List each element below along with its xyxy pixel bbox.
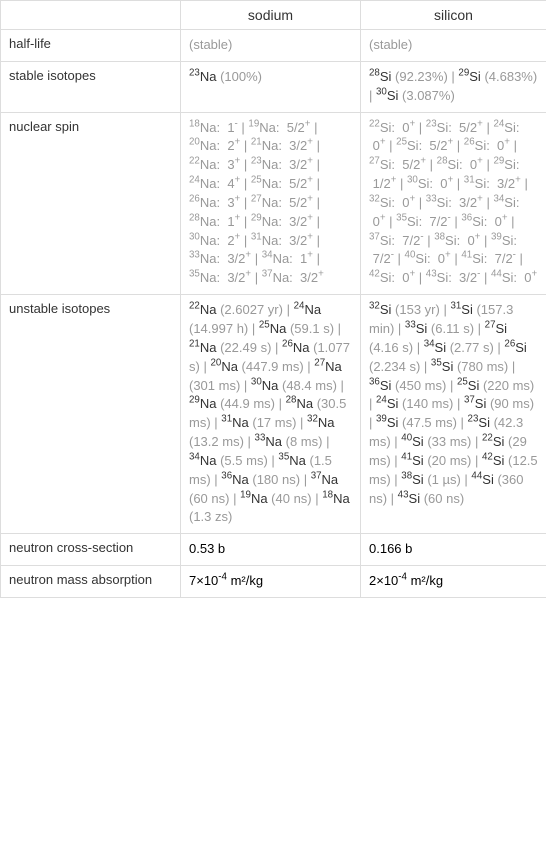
header-row: sodium silicon — [1, 1, 546, 30]
header-silicon: silicon — [361, 1, 546, 30]
neutron-mass-absorption-sodium: 7×10-4 m²/kg — [181, 566, 361, 598]
unstable-isotopes-sodium: 22Na (2.6027 yr) | 24Na (14.997 h) | 25N… — [181, 295, 361, 534]
neutron-cross-section-silicon: 0.166 b — [361, 534, 546, 566]
half-life-silicon: (stable) — [361, 30, 546, 62]
stable-isotopes-sodium: 23Na (100%) — [181, 61, 361, 112]
isotope-comparison-table: sodium silicon half-life (stable) (stabl… — [0, 0, 546, 598]
header-sodium: sodium — [181, 1, 361, 30]
stable-isotopes-silicon: 28Si (92.23%) | 29Si (4.683%) | 30Si (3.… — [361, 61, 546, 112]
half-life-sodium: (stable) — [181, 30, 361, 62]
label-neutron-mass-absorption: neutron mass absorption — [1, 566, 181, 598]
nuclear-spin-sodium: 18Na: 1- | 19Na: 5/2+ | 20Na: 2+ | 21Na:… — [181, 112, 361, 295]
label-neutron-cross-section: neutron cross-section — [1, 534, 181, 566]
row-neutron-mass-absorption: neutron mass absorption 7×10-4 m²/kg 2×1… — [1, 566, 546, 598]
row-half-life: half-life (stable) (stable) — [1, 30, 546, 62]
row-neutron-cross-section: neutron cross-section 0.53 b 0.166 b — [1, 534, 546, 566]
neutron-cross-section-sodium: 0.53 b — [181, 534, 361, 566]
row-stable-isotopes: stable isotopes 23Na (100%) 28Si (92.23%… — [1, 61, 546, 112]
unstable-isotopes-silicon: 32Si (153 yr) | 31Si (157.3 min) | 33Si … — [361, 295, 546, 534]
label-stable-isotopes: stable isotopes — [1, 61, 181, 112]
nuclear-spin-silicon: 22Si: 0+ | 23Si: 5/2+ | 24Si: 0+ | 25Si:… — [361, 112, 546, 295]
row-unstable-isotopes: unstable isotopes 22Na (2.6027 yr) | 24N… — [1, 295, 546, 534]
label-unstable-isotopes: unstable isotopes — [1, 295, 181, 534]
row-nuclear-spin: nuclear spin 18Na: 1- | 19Na: 5/2+ | 20N… — [1, 112, 546, 295]
header-blank — [1, 1, 181, 30]
label-nuclear-spin: nuclear spin — [1, 112, 181, 295]
label-half-life: half-life — [1, 30, 181, 62]
neutron-mass-absorption-silicon: 2×10-4 m²/kg — [361, 566, 546, 598]
